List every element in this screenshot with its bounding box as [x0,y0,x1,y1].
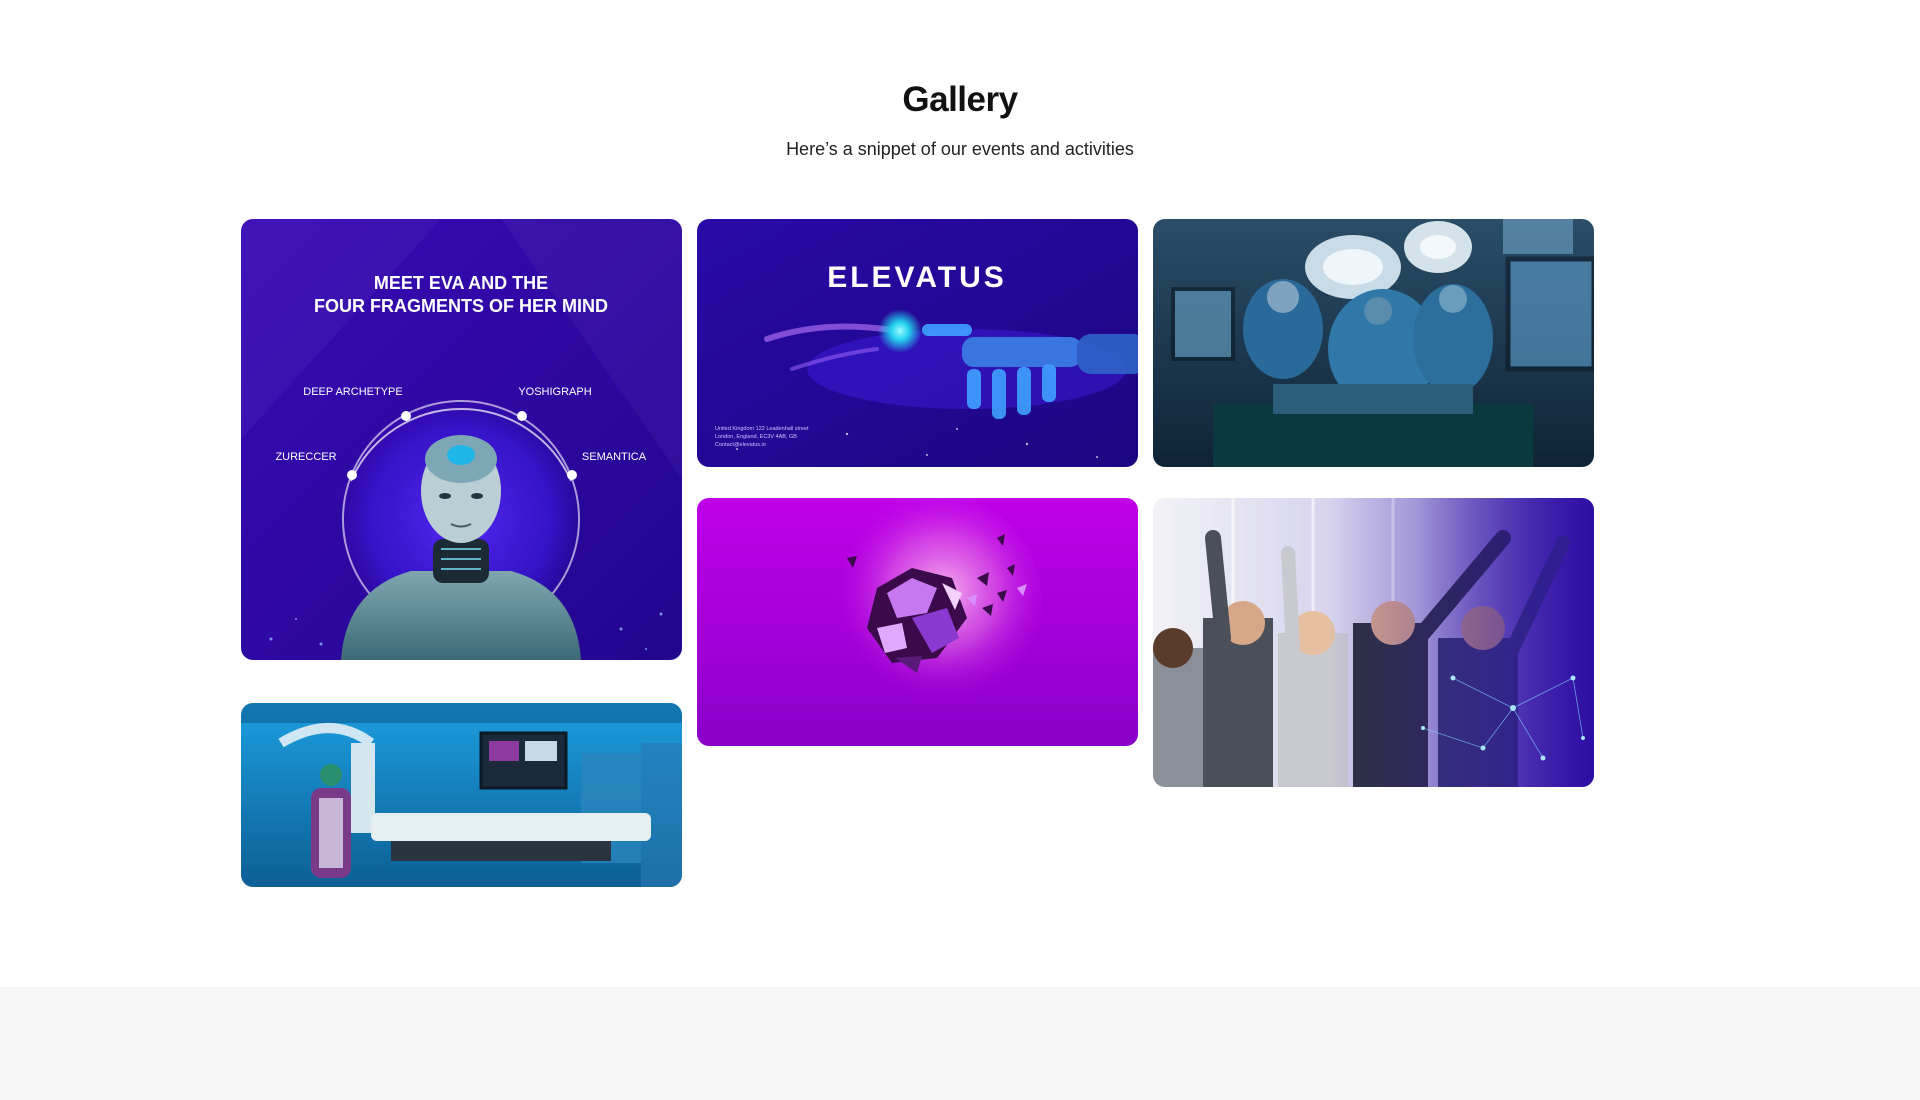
fragment-zureccer: ZURECCER [275,451,336,463]
gallery-image-hospital[interactable] [241,703,682,887]
gallery-image-shatter[interactable] [697,498,1138,746]
fragment-deep-archetype: DEEP ARCHETYPE [303,386,402,398]
elevatus-address-1: United Kingdom 122 Leadenhall street [715,426,809,432]
eva-headline-1: MEET EVA AND THE [374,273,548,293]
elevatus-address-3: Contact@elevatus.io [715,442,766,448]
gallery-subtitle: Here’s a snippet of our events and activ… [786,139,1134,159]
gallery-image-eva[interactable]: MEET EVA AND THE FOUR FRAGMENTS OF HER M… [241,219,682,660]
fragment-yoshigraph: YOSHIGRAPH [518,386,591,398]
elevatus-logo: ELEVATUS [827,261,1007,294]
gallery-title: Gallery [902,80,1018,119]
fragment-semantica: SEMANTICA [582,451,647,463]
footer-band [0,987,1920,1100]
gallery-header: Gallery Here’s a snippet of our events a… [0,80,1920,160]
eva-headline-2: FOUR FRAGMENTS OF HER MIND [314,296,608,316]
gallery-image-surgery[interactable] [1153,219,1594,467]
gallery-image-elevatus[interactable]: ELEVATUS United Kingdom 122 Leadenhall s… [697,219,1138,467]
elevatus-address-2: London, England, EC3V 4AB, GB [715,434,797,440]
gallery-image-team[interactable] [1153,498,1594,787]
